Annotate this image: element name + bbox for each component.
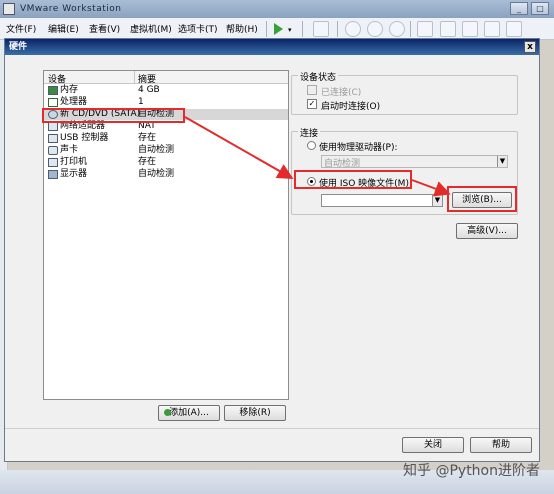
snapshot-manager-icon[interactable]	[389, 21, 405, 37]
vmware-app-icon	[3, 3, 15, 15]
menu-help[interactable]: 帮助(H)	[226, 22, 258, 35]
app-title: VMware Workstation	[20, 4, 122, 14]
power-on-icon[interactable]	[274, 23, 283, 35]
revert-snapshot-icon[interactable]	[367, 21, 383, 37]
menu-vm[interactable]: 虚拟机(M)	[130, 22, 172, 35]
menu-file[interactable]: 文件(F)	[6, 22, 36, 35]
arrow-to-browse-button	[411, 179, 451, 197]
minimize-button[interactable]: _	[510, 2, 528, 15]
app-title-bar: VMware Workstation _ □	[0, 0, 554, 18]
toolbar-separator	[337, 21, 338, 37]
show-library-icon[interactable]	[417, 21, 433, 37]
toolbar-separator	[266, 21, 267, 37]
power-dropdown-icon[interactable]: ▾	[288, 26, 292, 34]
unity-icon[interactable]	[484, 21, 500, 37]
annotation-arrows	[184, 116, 451, 197]
toolbar-separator	[302, 21, 303, 37]
watermark: 知乎 @Python进阶者	[403, 463, 540, 479]
menu-view[interactable]: 查看(V)	[89, 22, 120, 35]
menu-edit[interactable]: 编辑(E)	[48, 22, 79, 35]
console-view-icon[interactable]	[506, 21, 522, 37]
full-screen-icon[interactable]	[462, 21, 478, 37]
arrow-to-iso-option	[184, 116, 294, 179]
toolbar-separator	[410, 21, 411, 37]
hardware-dialog: 硬件 x 设备 摘要 内存 4 GB 处理器 1 新 CD/DVD (SATA)…	[4, 38, 540, 462]
maximize-button[interactable]: □	[531, 2, 549, 15]
thumbnail-bar-icon[interactable]	[440, 21, 456, 37]
send-keys-icon[interactable]	[313, 21, 329, 37]
snapshot-icon[interactable]	[345, 21, 361, 37]
menu-bar: 文件(F) 编辑(E) 查看(V) 虚拟机(M) 选项卡(T) 帮助(H) ▾	[0, 18, 554, 40]
menu-tabs[interactable]: 选项卡(T)	[178, 22, 218, 35]
